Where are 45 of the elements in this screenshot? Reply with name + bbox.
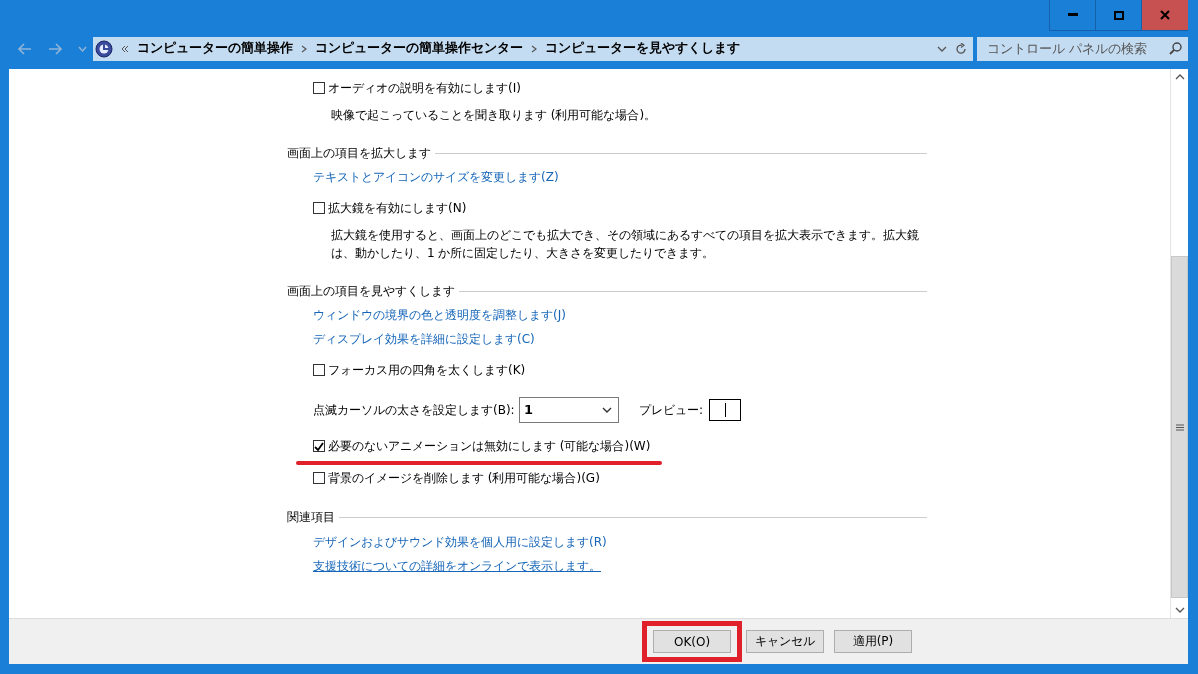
section-heading: 画面上の項目を見やすくします [287,282,455,300]
section-heading: 関連項目 [287,509,335,526]
preview-label: プレビュー: [639,402,704,419]
description-text: 拡大鏡を使用すると、画面上のどこでも拡大でき、その領域にあるすべての項目を拡大表示できます。拡大鏡は、動かしたり、1 か所に固定したり、大きさを変更したりできます。 [331,227,920,262]
link[interactable]: ディスプレイ効果を詳細に設定します(C) [313,332,535,346]
minimize-button[interactable] [1049,0,1095,31]
dropdown-caret-icon[interactable] [937,45,947,52]
checkbox[interactable] [313,202,325,214]
close-icon [1160,10,1170,20]
maximize-icon [1113,10,1124,20]
dialog-button[interactable]: 適用(P) [834,630,912,653]
link[interactable]: テキストとアイコンのサイズを変更します(Z) [313,170,559,184]
breadcrumb-item[interactable]: コンピューターの簡単操作 [137,40,293,57]
chevron-right-icon [531,44,537,53]
link[interactable]: 支援技術についての詳細をオンラインで表示します。 [313,558,601,573]
search-icon [1169,42,1182,55]
refresh-icon[interactable] [955,42,967,55]
cursor-width-label: 点滅カーソルの太さを設定します(B): [313,402,516,419]
breadcrumb-item[interactable]: コンピューターを見やすくします [545,40,740,57]
checkbox[interactable] [313,471,325,484]
cursor-width-dropdown[interactable]: 1 [519,397,619,423]
checkbox[interactable] [313,82,325,94]
dialog-button[interactable]: キャンセル [746,630,824,653]
section-heading: 画面上の項目を拡大します [287,144,431,162]
dropdown-caret-icon [602,407,612,413]
cursor-preview [709,399,742,421]
address-bar[interactable]: コンピューターの簡単操作 コンピューターの簡単操作センター コンピューターを見やすくします [93,36,973,61]
control-panel-icon [95,39,113,58]
search-field[interactable]: コントロール パネルの検索 [977,36,1188,61]
checkbox[interactable] [313,440,325,452]
scrollbar-thumb[interactable] [1171,256,1188,598]
maximize-button[interactable] [1095,0,1141,31]
link[interactable]: デザインおよびサウンド効果を個人用に設定します(R) [313,534,607,549]
minimize-icon [1067,13,1078,17]
link[interactable]: ウィンドウの境界の色と透明度を調整します(J) [313,308,566,322]
vertical-scrollbar[interactable] [1170,69,1188,618]
checkbox-label[interactable]: 必要のないアニメーションは無効にします (可能な場合)(W) [328,437,651,455]
chevron-right-icon [301,44,307,53]
description-text: 映像で起こっていることを聞き取ります (利用可能な場合)。 [331,107,658,124]
breadcrumb-item[interactable]: コンピューターの簡単操作センター [315,40,523,57]
dialog-button[interactable]: OK(O) [653,630,731,653]
close-button[interactable] [1141,0,1188,31]
grip-icon [1175,423,1184,431]
chevron-left-double-icon [121,44,129,53]
checkbox[interactable] [313,364,325,376]
